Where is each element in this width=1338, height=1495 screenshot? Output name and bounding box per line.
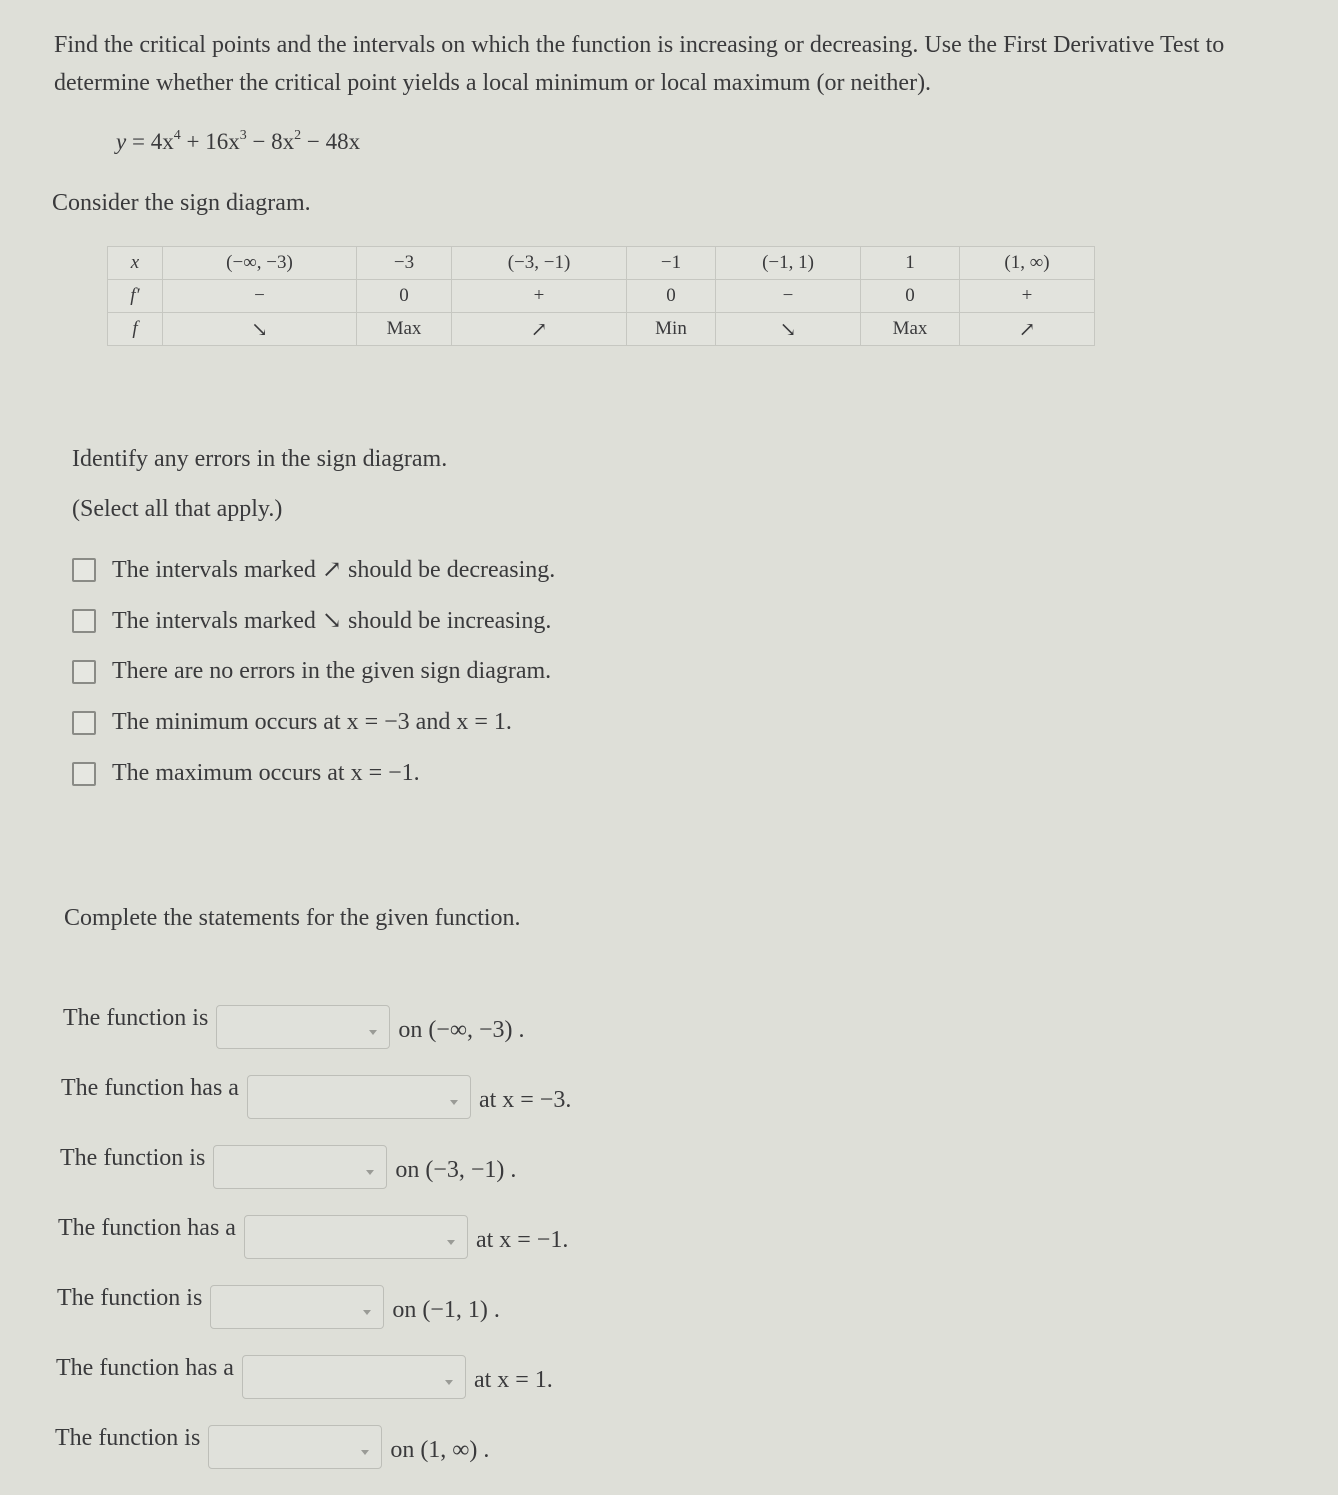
sign-row-fprime: f′ − 0 + 0 − 0 + [107, 279, 1095, 313]
option-text-before: The intervals marked [112, 557, 322, 583]
chevron-down-icon [369, 1030, 378, 1035]
f-cell: Max [356, 312, 452, 346]
chevron-down-icon [449, 1100, 458, 1105]
statement-row: The function is on (−∞, −3) . [63, 1005, 524, 1049]
x-cell: (1, ∞) [959, 246, 1095, 280]
statement-lead: The function has a [58, 1215, 236, 1241]
statement-tail: on (−1, 1) . [392, 1297, 500, 1323]
option-text: The intervals marked ↘ should be increas… [112, 606, 551, 635]
statement-lead: The function is [63, 1005, 209, 1031]
fprime-cell: 0 [626, 279, 716, 313]
extremum-dropdown[interactable] [241, 1355, 466, 1399]
option-text-after: should be increasing. [342, 608, 552, 634]
select-all-label: (Select all that apply.) [72, 496, 283, 522]
statement-row: The function has a at x = −1. [58, 1215, 568, 1259]
extremum-dropdown[interactable] [246, 1075, 471, 1119]
behavior-dropdown[interactable] [213, 1145, 388, 1189]
arrow-up-right-icon: ↗ [451, 312, 627, 346]
checkbox[interactable] [72, 659, 96, 684]
option-increasing-should-be-decreasing[interactable]: The intervals marked ↗ should be decreas… [72, 544, 555, 595]
option-text: There are no errors in the given sign di… [112, 658, 552, 684]
statement-row: The function is on (1, ∞) . [55, 1425, 489, 1469]
equation-exponent: 3 [239, 128, 247, 143]
f-cell: Max [860, 312, 960, 346]
statement-tail: at x = −3. [478, 1087, 572, 1113]
statement-lead: The function is [57, 1285, 203, 1311]
arrow-up-right-icon: ↗ [321, 557, 343, 583]
f-cell: Min [626, 312, 716, 346]
chevron-down-icon [366, 1170, 375, 1175]
sign-diagram-table: x (−∞, −3) −3 (−3, −1) −1 (−1, 1) 1 (1, … [107, 246, 1095, 346]
extremum-dropdown[interactable] [243, 1215, 468, 1259]
arrow-up-right-icon: ↗ [959, 312, 1095, 346]
statement-tail: on (−∞, −3) . [398, 1017, 525, 1043]
statement-row: The function has a at x = −3. [61, 1075, 571, 1119]
statement-tail: at x = 1. [473, 1367, 553, 1393]
option-minimum-location[interactable]: The minimum occurs at x = −3 and x = 1. [72, 697, 555, 748]
x-cell: (−1, 1) [715, 246, 861, 280]
chevron-down-icon [444, 1380, 453, 1385]
identify-label: Identify any errors in the sign diagram. [72, 446, 448, 472]
statement-row: The function is on (−3, −1) . [60, 1145, 516, 1189]
x-cell: (−∞, −3) [162, 246, 357, 280]
fprime-cell: − [162, 279, 357, 313]
option-text-after: should be decreasing. [342, 557, 556, 583]
statement-lead: The function has a [56, 1355, 234, 1381]
fprime-cell: 0 [356, 279, 452, 313]
row-label-x: x [107, 246, 163, 280]
behavior-dropdown[interactable] [216, 1005, 391, 1049]
statement-lead: The function is [55, 1425, 201, 1451]
statement-row: The function is on (−1, 1) . [57, 1285, 500, 1329]
chevron-down-icon [361, 1450, 370, 1455]
behavior-dropdown[interactable] [210, 1285, 385, 1329]
statement-tail: on (1, ∞) . [390, 1437, 490, 1463]
fprime-cell: 0 [860, 279, 960, 313]
equation-lhs: y [116, 129, 127, 154]
statement-tail: on (−3, −1) . [395, 1157, 517, 1183]
x-cell: −1 [626, 246, 716, 280]
statement-lead: The function has a [61, 1075, 239, 1101]
checkbox[interactable] [72, 557, 96, 582]
behavior-dropdown[interactable] [208, 1425, 383, 1469]
option-text: The maximum occurs at x = −1. [112, 760, 420, 786]
x-cell: −3 [356, 246, 452, 280]
option-text: The intervals marked ↗ should be decreas… [112, 555, 555, 584]
arrow-down-right-icon: ↘ [715, 312, 861, 346]
statement-tail: at x = −1. [475, 1227, 569, 1253]
statement-lead: The function is [60, 1145, 206, 1171]
equation-term: 8x [271, 129, 295, 154]
row-label-f: f [107, 312, 163, 346]
sign-row-f: f ↘ Max ↗ Min ↘ Max ↗ [107, 312, 1095, 346]
problem-prompt: Find the critical points and the interva… [54, 32, 1225, 96]
function-equation: y = 4x4 + 16x3 − 8x2 − 48x [116, 128, 361, 154]
error-options: The intervals marked ↗ should be decreas… [72, 544, 555, 799]
statement-row: The function has a at x = 1. [56, 1355, 553, 1399]
equation-term: 48x [325, 129, 361, 154]
equation-term: 16x [205, 129, 240, 154]
row-label-fprime: f′ [107, 279, 163, 313]
equation-exponent: 4 [173, 128, 181, 143]
sign-row-x: x (−∞, −3) −3 (−3, −1) −1 (−1, 1) 1 (1, … [107, 246, 1095, 280]
option-decreasing-should-be-increasing[interactable]: The intervals marked ↘ should be increas… [72, 595, 555, 646]
checkbox[interactable] [72, 710, 96, 735]
option-text-before: The intervals marked [112, 608, 322, 634]
equation-term: 4x [150, 129, 174, 154]
option-text: The minimum occurs at x = −3 and x = 1. [112, 709, 512, 735]
equation-exponent: 2 [294, 128, 302, 143]
x-cell: (−3, −1) [451, 246, 627, 280]
complete-statements-label: Complete the statements for the given fu… [64, 905, 521, 931]
chevron-down-icon [363, 1310, 372, 1315]
checkbox[interactable] [72, 608, 96, 633]
arrow-down-right-icon: ↘ [321, 608, 343, 634]
option-no-errors[interactable]: There are no errors in the given sign di… [72, 646, 555, 697]
fprime-cell: + [959, 279, 1095, 313]
fprime-cell: + [451, 279, 627, 313]
checkbox[interactable] [72, 761, 96, 786]
x-cell: 1 [860, 246, 960, 280]
arrow-down-right-icon: ↘ [162, 312, 357, 346]
option-maximum-location[interactable]: The maximum occurs at x = −1. [72, 748, 555, 799]
fprime-cell: − [715, 279, 861, 313]
chevron-down-icon [446, 1240, 455, 1245]
consider-label: Consider the sign diagram. [52, 190, 311, 216]
